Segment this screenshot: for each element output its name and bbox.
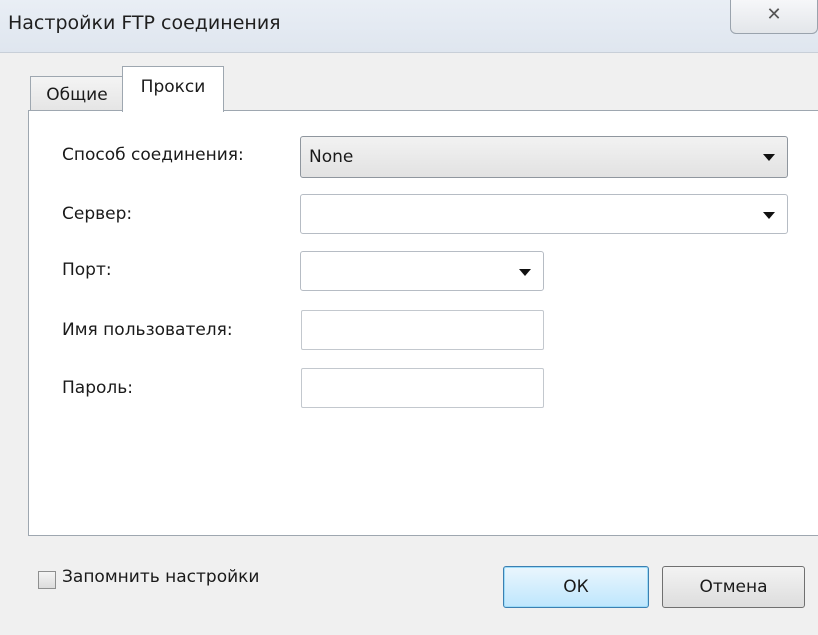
password-label: Пароль: — [62, 378, 134, 398]
password-field[interactable] — [301, 368, 544, 408]
server-combobox[interactable] — [300, 194, 788, 234]
ftp-settings-dialog: Настройки FTP соединения ✕ Общие Прокси … — [0, 0, 818, 635]
title-bar: Настройки FTP соединения ✕ — [0, 0, 818, 53]
chevron-down-icon — [763, 154, 775, 161]
window-title: Настройки FTP соединения — [8, 12, 281, 34]
tab-proxy-label: Прокси — [140, 77, 206, 97]
cancel-button[interactable]: Отмена — [662, 566, 805, 608]
remember-settings-checkbox[interactable] — [38, 571, 56, 589]
connection-method-value: None — [309, 147, 354, 167]
close-icon: ✕ — [766, 4, 782, 25]
close-button[interactable]: ✕ — [730, 0, 818, 34]
tab-general[interactable]: Общие — [30, 76, 124, 112]
connection-method-select[interactable]: None — [300, 136, 788, 178]
connection-method-label: Способ соединения: — [62, 145, 244, 165]
username-field[interactable] — [301, 310, 544, 350]
chevron-down-icon — [519, 269, 531, 276]
tab-general-label: Общие — [46, 85, 108, 105]
ok-button[interactable]: ОК — [503, 566, 649, 608]
remember-settings-label[interactable]: Запомнить настройки — [62, 567, 259, 587]
ok-button-label: ОК — [563, 577, 589, 597]
chevron-down-icon — [763, 212, 775, 219]
username-label: Имя пользователя: — [62, 320, 233, 340]
port-combobox[interactable] — [300, 251, 544, 291]
port-label: Порт: — [62, 260, 112, 280]
tab-proxy[interactable]: Прокси — [122, 66, 224, 112]
server-label: Сервер: — [62, 204, 133, 224]
cancel-button-label: Отмена — [699, 577, 768, 597]
